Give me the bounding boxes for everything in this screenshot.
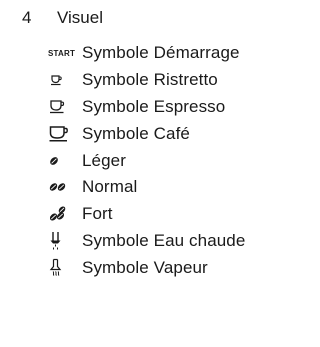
bean-three-icon bbox=[48, 204, 82, 224]
list-item: Symbole Ristretto bbox=[48, 67, 303, 94]
cup-large-icon bbox=[48, 124, 82, 144]
symbol-list: START Symbole Démarrage Symbole Ristrett… bbox=[48, 40, 303, 281]
list-item-label: Symbole Démarrage bbox=[82, 43, 240, 63]
cup-medium-icon bbox=[48, 97, 82, 117]
list-item: Symbole Espresso bbox=[48, 94, 303, 121]
list-item-label: Normal bbox=[82, 177, 138, 197]
bean-two-icon bbox=[48, 177, 82, 197]
list-item: Symbole Café bbox=[48, 120, 303, 147]
steam-icon bbox=[48, 258, 82, 278]
list-item-label: Léger bbox=[82, 150, 126, 170]
list-item-label: Symbole Espresso bbox=[82, 96, 226, 116]
hot-water-icon bbox=[48, 231, 82, 251]
list-item-label: Fort bbox=[82, 204, 113, 224]
start-text-icon: START bbox=[48, 43, 82, 63]
section-title: Visuel bbox=[57, 8, 103, 27]
section-number: 4 bbox=[22, 8, 32, 27]
cup-small-icon bbox=[48, 70, 82, 90]
list-item: Symbole Vapeur bbox=[48, 254, 303, 281]
bean-one-icon bbox=[48, 151, 82, 171]
list-item-label: Symbole Café bbox=[82, 123, 190, 143]
section-heading: 4 Visuel bbox=[22, 8, 103, 28]
list-item: Léger bbox=[48, 147, 303, 174]
list-item-label: Symbole Ristretto bbox=[82, 70, 218, 90]
list-item: START Symbole Démarrage bbox=[48, 40, 303, 67]
list-item: Normal bbox=[48, 174, 303, 201]
list-item: Symbole Eau chaude bbox=[48, 228, 303, 255]
list-item-label: Symbole Vapeur bbox=[82, 257, 208, 277]
start-icon-text: START bbox=[48, 48, 76, 58]
list-item: Fort bbox=[48, 201, 303, 228]
list-item-label: Symbole Eau chaude bbox=[82, 230, 246, 250]
